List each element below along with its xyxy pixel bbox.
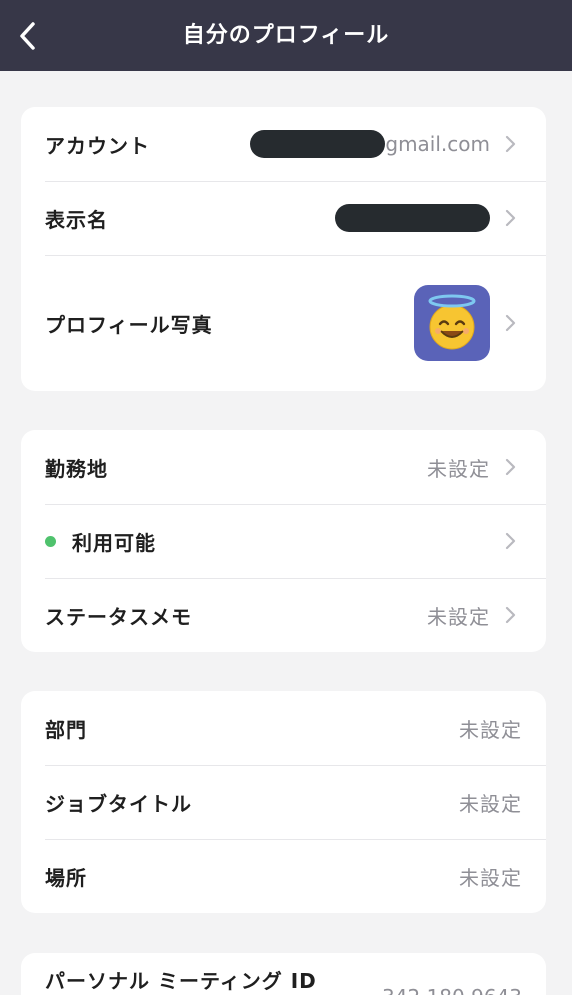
chevron-left-icon	[20, 22, 35, 50]
profile-photo-label: プロフィール写真	[45, 312, 213, 337]
chevron-right-icon	[498, 455, 522, 479]
job-title-label: ジョブタイトル	[45, 791, 192, 816]
department-label: 部門	[45, 717, 87, 742]
location-label: 場所	[45, 865, 87, 890]
job-title-row: ジョブタイトル 未設定	[21, 765, 546, 839]
pmi-row[interactable]: パーソナル ミーティング ID 342 180 9643	[21, 953, 546, 995]
chevron-right-icon	[498, 603, 522, 627]
display-name-row[interactable]: 表示名	[21, 181, 546, 255]
pmi-label: パーソナル ミーティング ID	[45, 969, 317, 993]
status-memo-value: 未設定	[427, 604, 490, 629]
account-row[interactable]: アカウント gmail.com	[21, 107, 546, 181]
back-button[interactable]	[6, 14, 50, 58]
chevron-right-icon	[498, 132, 522, 156]
display-name-label: 表示名	[45, 207, 108, 232]
navigation-bar: 自分のプロフィール	[0, 0, 572, 71]
department-row: 部門 未設定	[21, 691, 546, 765]
availability-row[interactable]: 利用可能	[21, 504, 546, 578]
status-card: 勤務地 未設定 利用可能 ステータスメモ 未設定	[21, 430, 546, 652]
account-value: gmail.com	[385, 132, 490, 156]
halo-smiley-icon	[428, 294, 476, 350]
redacted-display-name	[335, 204, 490, 232]
location-value: 未設定	[459, 865, 522, 890]
profile-photo-row[interactable]: プロフィール写真	[21, 255, 546, 391]
job-title-value: 未設定	[459, 791, 522, 816]
organization-card: 部門 未設定 ジョブタイトル 未設定 場所 未設定	[21, 691, 546, 913]
availability-status-dot	[45, 535, 56, 547]
meeting-card: パーソナル ミーティング ID 342 180 9643	[21, 953, 546, 995]
avatar	[414, 285, 490, 361]
page-title: 自分のプロフィール	[182, 23, 390, 48]
location-row: 場所 未設定	[21, 839, 546, 913]
account-label: アカウント	[45, 133, 150, 158]
availability-label: 利用可能	[72, 530, 156, 555]
work-location-label: 勤務地	[45, 456, 108, 481]
chevron-right-icon	[498, 206, 522, 230]
chevron-right-icon	[498, 311, 522, 335]
account-card: アカウント gmail.com 表示名 プロフィール写真	[21, 107, 546, 391]
pmi-value: 342 180 9643	[382, 985, 522, 995]
status-memo-row[interactable]: ステータスメモ 未設定	[21, 578, 546, 652]
redacted-email-user	[250, 130, 386, 158]
chevron-right-icon	[498, 529, 522, 553]
work-location-value: 未設定	[427, 456, 490, 481]
work-location-row[interactable]: 勤務地 未設定	[21, 430, 546, 504]
department-value: 未設定	[459, 717, 522, 742]
status-memo-label: ステータスメモ	[45, 604, 192, 629]
